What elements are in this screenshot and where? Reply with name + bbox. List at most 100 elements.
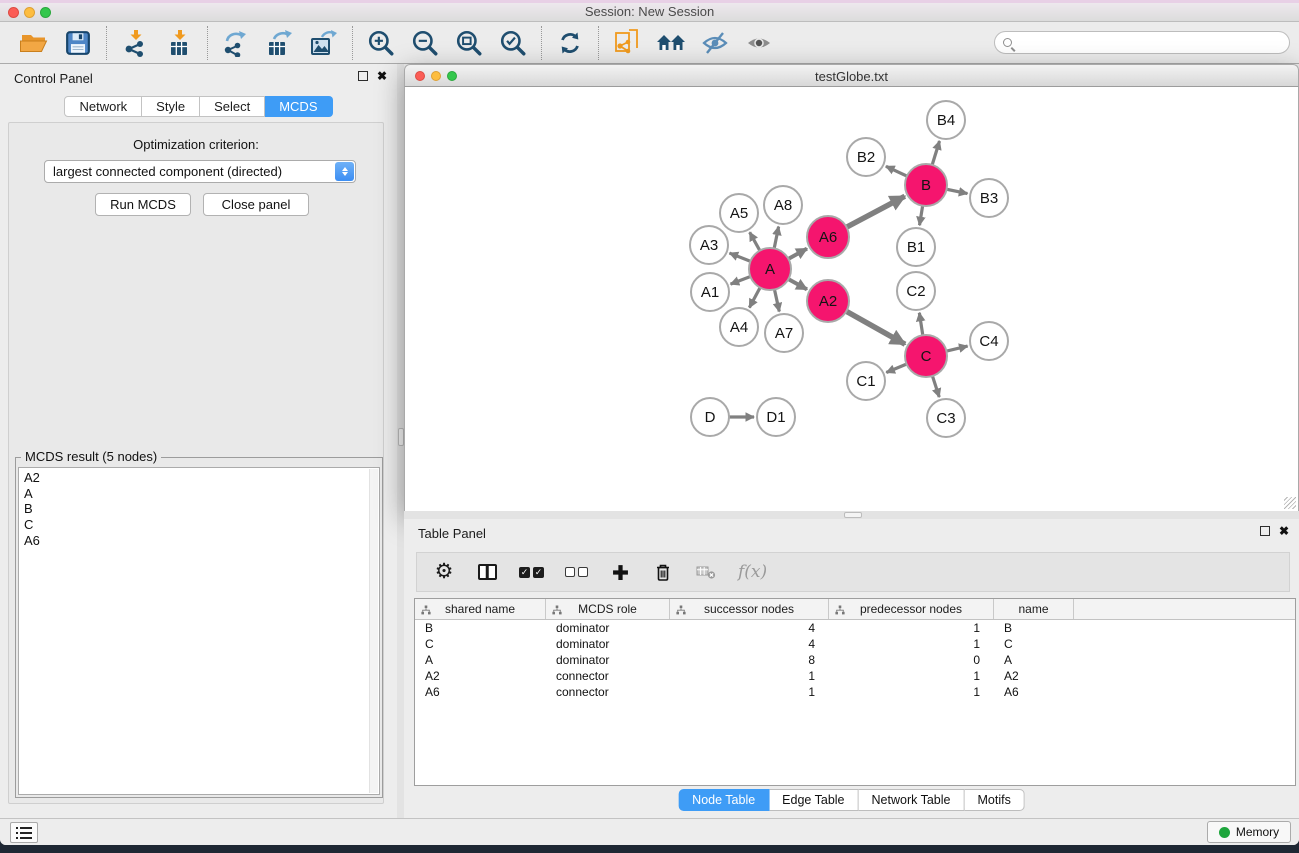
save-session-button[interactable] bbox=[61, 27, 95, 59]
mcds-result-list[interactable]: A2ABCA6 bbox=[18, 467, 380, 795]
mcds-result-item[interactable]: A bbox=[19, 486, 379, 502]
import-network-button[interactable] bbox=[118, 27, 152, 59]
export-image-button[interactable] bbox=[307, 27, 341, 59]
network-window-title: testGlobe.txt bbox=[405, 69, 1298, 84]
node-B2[interactable]: B2 bbox=[847, 138, 885, 176]
splitter-handle[interactable] bbox=[398, 428, 404, 446]
close-panel-icon[interactable]: ✖ bbox=[377, 71, 387, 81]
tab-style[interactable]: Style bbox=[142, 96, 200, 117]
table-cell: dominator bbox=[546, 636, 670, 652]
search-field[interactable] bbox=[994, 31, 1290, 54]
node-A6[interactable]: A6 bbox=[807, 216, 849, 258]
table-cell: A bbox=[994, 652, 1074, 668]
deselect-all-button[interactable] bbox=[565, 560, 588, 584]
column-header[interactable]: name bbox=[994, 599, 1074, 619]
delete-row-button[interactable] bbox=[652, 560, 674, 584]
table-row[interactable]: Bdominator41B bbox=[415, 620, 1295, 636]
node-A5[interactable]: A5 bbox=[720, 194, 758, 232]
node-C4[interactable]: C4 bbox=[970, 322, 1008, 360]
table-row[interactable]: Cdominator41C bbox=[415, 636, 1295, 652]
export-table-button[interactable] bbox=[263, 27, 297, 59]
node-D1[interactable]: D1 bbox=[757, 398, 795, 436]
svg-text:A7: A7 bbox=[775, 325, 793, 342]
search-input[interactable] bbox=[1012, 34, 1289, 52]
zoom-selected-button[interactable] bbox=[496, 27, 530, 59]
network-canvas[interactable]: A A1 A2 A3 A4 A5 A6 A7 A8 B B1 B2 B3 B4 C C1 C2 C3 C4 D D1 bbox=[404, 87, 1299, 511]
table-row[interactable]: A6connector11A6 bbox=[415, 684, 1295, 700]
hide-selected-button[interactable] bbox=[698, 27, 732, 59]
delete-table-button[interactable] bbox=[695, 560, 717, 584]
tab-motifs[interactable]: Motifs bbox=[964, 789, 1024, 811]
add-row-button[interactable] bbox=[609, 560, 631, 584]
run-mcds-button[interactable]: Run MCDS bbox=[95, 193, 191, 216]
table-cell: 8 bbox=[670, 652, 829, 668]
criterion-select[interactable]: largest connected component (directed) bbox=[44, 160, 356, 183]
column-header[interactable]: successor nodes bbox=[670, 599, 829, 619]
svg-text:B2: B2 bbox=[857, 149, 875, 166]
column-header[interactable]: predecessor nodes bbox=[829, 599, 994, 619]
close-panel-icon[interactable]: ✖ bbox=[1279, 526, 1289, 536]
function-builder-button[interactable]: f(x) bbox=[738, 560, 767, 584]
column-header[interactable]: shared name bbox=[415, 599, 546, 619]
table-row[interactable]: A2connector11A2 bbox=[415, 668, 1295, 684]
mcds-result-item[interactable]: A2 bbox=[19, 470, 379, 486]
node-A8[interactable]: A8 bbox=[764, 186, 802, 224]
column-header[interactable]: MCDS role bbox=[546, 599, 670, 619]
node-A[interactable]: A bbox=[749, 248, 791, 290]
delete-table-icon bbox=[696, 564, 716, 580]
mcds-result-item[interactable]: A6 bbox=[19, 533, 379, 549]
resize-grip-icon[interactable] bbox=[1284, 497, 1296, 509]
open-file-button[interactable] bbox=[17, 27, 51, 59]
task-history-button[interactable] bbox=[10, 822, 38, 843]
show-columns-button[interactable] bbox=[476, 560, 498, 584]
node-B4[interactable]: B4 bbox=[927, 101, 965, 139]
splitter-handle[interactable] bbox=[844, 512, 862, 518]
refresh-view-button[interactable] bbox=[553, 27, 587, 59]
node-A4[interactable]: A4 bbox=[720, 308, 758, 346]
tab-node-table[interactable]: Node Table bbox=[678, 789, 769, 811]
column-settings-button[interactable]: ⚙ bbox=[433, 560, 455, 584]
float-panel-icon[interactable] bbox=[1260, 526, 1270, 536]
tab-edge-table[interactable]: Edge Table bbox=[769, 789, 858, 811]
mcds-result-item[interactable]: B bbox=[19, 501, 379, 517]
close-panel-button[interactable]: Close panel bbox=[203, 193, 309, 216]
tab-select[interactable]: Select bbox=[200, 96, 265, 117]
column-header-label: name bbox=[1018, 602, 1048, 616]
node-C1[interactable]: C1 bbox=[847, 362, 885, 400]
mcds-result-item[interactable]: C bbox=[19, 517, 379, 533]
new-network-from-selection-button[interactable] bbox=[610, 27, 644, 59]
tab-network-table[interactable]: Network Table bbox=[859, 789, 965, 811]
node-C[interactable]: C bbox=[905, 335, 947, 377]
zoom-fit-button[interactable] bbox=[452, 27, 486, 59]
panel-splitter-horizontal[interactable] bbox=[404, 511, 1299, 519]
zoom-out-button[interactable] bbox=[408, 27, 442, 59]
node-C2[interactable]: C2 bbox=[897, 272, 935, 310]
float-panel-icon[interactable] bbox=[358, 71, 368, 81]
zoom-in-icon bbox=[367, 29, 395, 57]
zoom-in-button[interactable] bbox=[364, 27, 398, 59]
node-B[interactable]: B bbox=[905, 164, 947, 206]
node-B3[interactable]: B3 bbox=[970, 179, 1008, 217]
show-all-button[interactable] bbox=[742, 27, 776, 59]
tab-network[interactable]: Network bbox=[64, 96, 142, 117]
select-all-button[interactable]: ✓ ✓ bbox=[519, 560, 544, 584]
node-A7[interactable]: A7 bbox=[765, 314, 803, 352]
node-D[interactable]: D bbox=[691, 398, 729, 436]
memory-button[interactable]: Memory bbox=[1207, 821, 1291, 843]
node-A2[interactable]: A2 bbox=[807, 280, 849, 322]
table-cell: 1 bbox=[670, 668, 829, 684]
eye-slash-icon bbox=[701, 30, 729, 56]
node-B1[interactable]: B1 bbox=[897, 228, 935, 266]
export-network-button[interactable] bbox=[219, 27, 253, 59]
node-C3[interactable]: C3 bbox=[927, 399, 965, 437]
checked-box-icon: ✓ bbox=[519, 567, 530, 578]
tab-mcds[interactable]: MCDS bbox=[265, 96, 332, 117]
panel-splitter-vertical[interactable] bbox=[397, 64, 404, 818]
node-A3[interactable]: A3 bbox=[690, 226, 728, 264]
first-neighbors-button[interactable] bbox=[654, 27, 688, 59]
svg-text:A4: A4 bbox=[730, 319, 748, 336]
mcds-result-group: MCDS result (5 nodes) A2ABCA6 bbox=[15, 457, 383, 798]
node-A1[interactable]: A1 bbox=[691, 273, 729, 311]
import-table-button[interactable] bbox=[162, 27, 196, 59]
table-row[interactable]: Adominator80A bbox=[415, 652, 1295, 668]
